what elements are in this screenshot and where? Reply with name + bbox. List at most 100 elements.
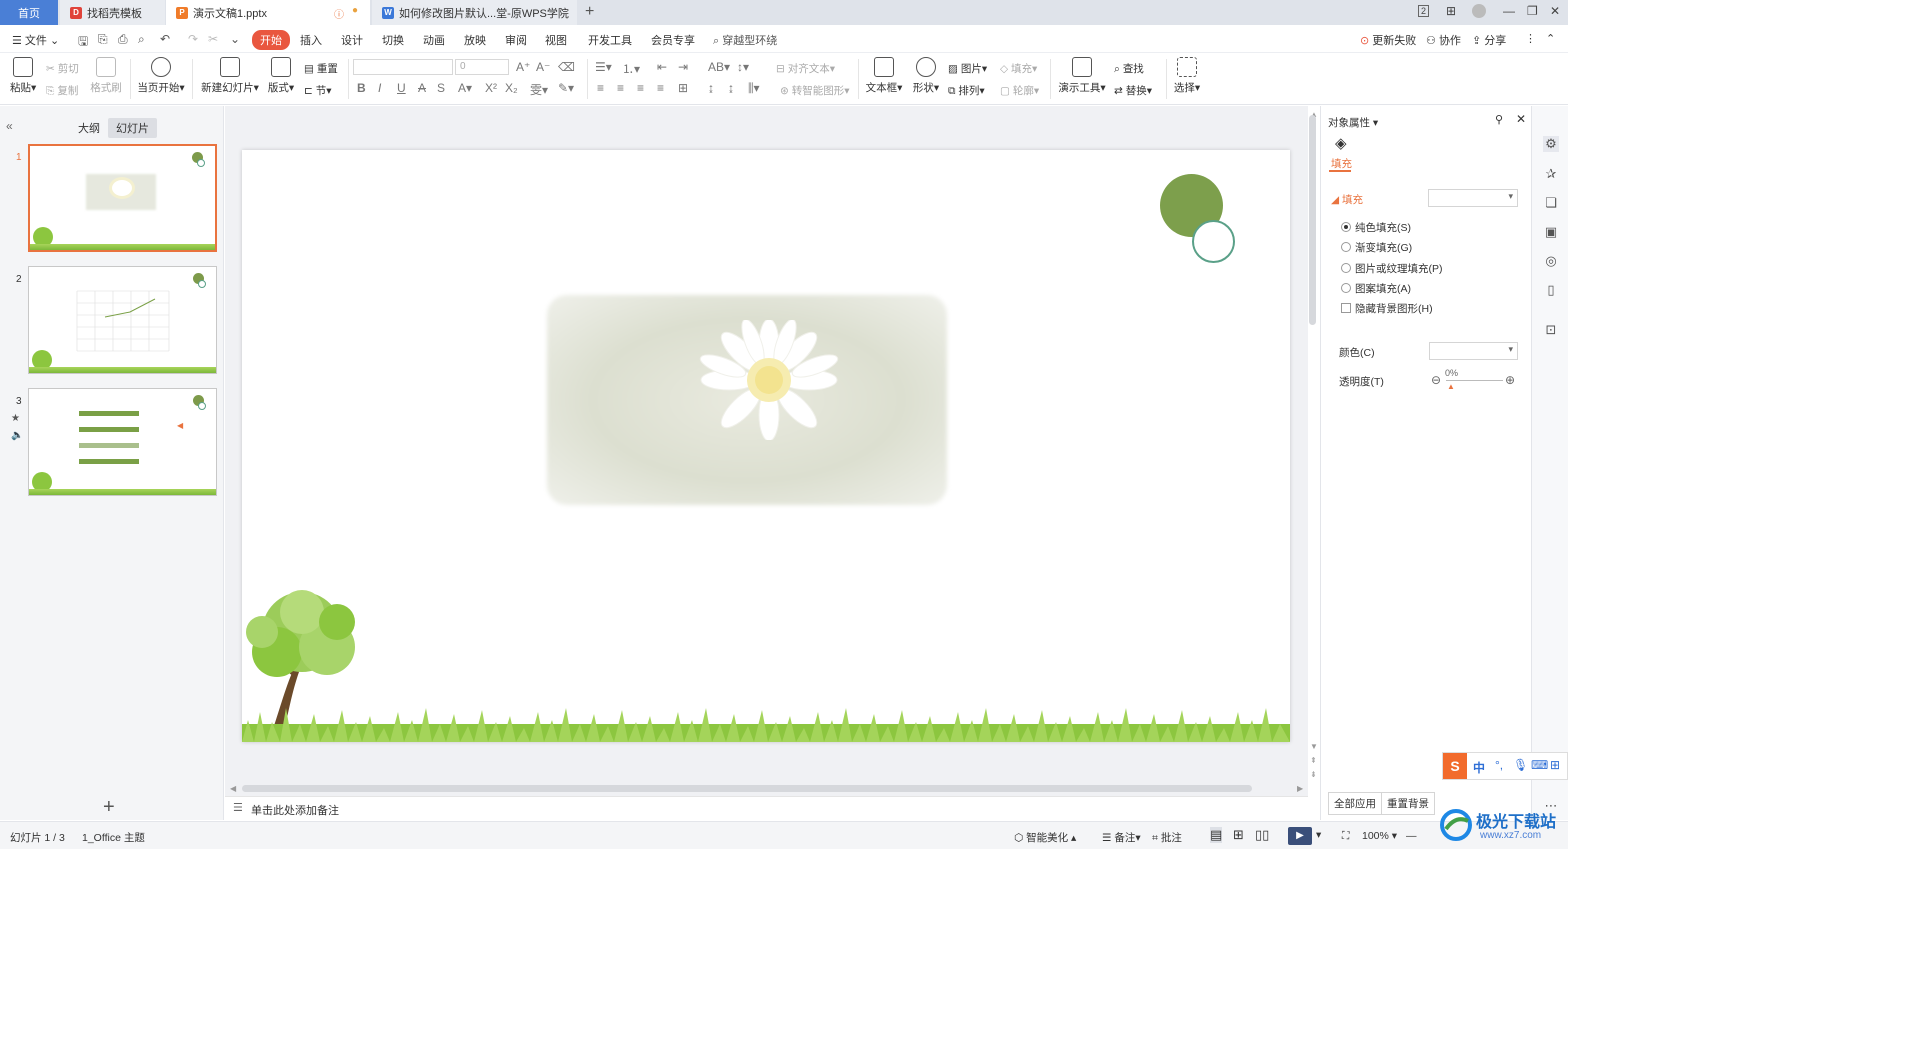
font-grow-icon[interactable]: A⁺ — [516, 60, 530, 74]
line-sort-icon[interactable]: ↕▾ — [737, 60, 749, 74]
align-left-icon[interactable]: ≡ — [597, 81, 604, 95]
paste-button[interactable]: 粘贴▾ — [10, 57, 36, 95]
redo-icon[interactable]: ↷ — [188, 32, 198, 46]
numbering-icon[interactable]: ⒈▾ — [622, 60, 640, 77]
layout-button[interactable]: 版式▾ — [267, 57, 295, 95]
radio-picture-fill[interactable]: 图片或纹理填充(P) — [1341, 261, 1443, 276]
grid-apps-icon[interactable]: ⊞ — [1446, 4, 1456, 18]
select-button[interactable]: 选择▾ — [1172, 57, 1202, 95]
format-clear-icon[interactable]: ✂ — [208, 32, 218, 46]
decrease-indent-icon[interactable]: ⇤ — [657, 60, 667, 74]
location-icon[interactable]: ◎ — [1543, 253, 1559, 269]
tab-slides[interactable]: 幻灯片 — [108, 118, 157, 138]
zoom-level[interactable]: 100% ▾ — [1362, 830, 1397, 842]
restore-icon[interactable]: ❐ — [1527, 4, 1538, 18]
menu-insert[interactable]: 插入 — [300, 32, 322, 48]
sorter-view-icon[interactable]: ⊞ — [1233, 827, 1244, 843]
shape-button[interactable]: 形状▾ — [911, 57, 941, 95]
menu-slideshow[interactable]: 放映 — [464, 32, 486, 48]
print-icon[interactable]: ⎙ — [118, 32, 128, 47]
minus-icon[interactable]: ⊖ — [1431, 373, 1441, 387]
radio-pattern-fill[interactable]: 图案填充(A) — [1341, 281, 1411, 296]
zoom-out-icon[interactable]: — — [1406, 830, 1417, 842]
clear-format-icon[interactable]: ⌫ — [558, 60, 575, 74]
undo-icon[interactable]: ↶ — [160, 32, 170, 46]
tab-presentation[interactable]: P 演示文稿1.pptx ⓘ ● — [166, 0, 370, 25]
notes-pane[interactable]: ☰ 单击此处添加备注 — [225, 796, 1308, 820]
tab-outline[interactable]: 大纲 — [70, 118, 108, 138]
align-right-icon[interactable]: ≡ — [637, 81, 644, 95]
pin-icon[interactable]: ⚲ — [1495, 113, 1503, 126]
next-page-icon[interactable]: ⇟ — [1310, 770, 1317, 779]
tab-wps-college[interactable]: W 如何修改图片默认...堂-原WPS学院 — [372, 0, 577, 25]
reset-button[interactable]: ▤ 重置 — [304, 61, 338, 76]
scroll-right-icon[interactable]: ▶ — [1297, 784, 1303, 793]
hide-background-checkbox[interactable]: 隐藏背景图形(H) — [1341, 301, 1433, 316]
collapse-panel-icon[interactable]: « — [6, 119, 13, 133]
play-dropdown-icon[interactable]: ▾ — [1316, 829, 1321, 841]
smartart-button[interactable]: ⊛ 转智能图形▾ — [780, 83, 850, 98]
vertical-scrollbar[interactable] — [1309, 115, 1316, 325]
cut-button[interactable]: ✂ 剪切 — [46, 61, 79, 76]
minimize-icon[interactable]: — — [1503, 4, 1515, 18]
current-slide[interactable] — [242, 150, 1290, 742]
horizontal-scrollbar[interactable] — [242, 785, 1252, 792]
menu-design[interactable]: 设计 — [341, 32, 363, 48]
font-color-icon[interactable]: A▾ — [458, 81, 472, 95]
fill-button[interactable]: ◇ 填充▾ — [1000, 61, 1037, 76]
keyboard-icon[interactable]: ⌨ — [1531, 758, 1548, 772]
fill-type-select[interactable] — [1428, 189, 1518, 207]
justify-icon[interactable]: ≡ — [657, 81, 664, 95]
radio-solid-fill[interactable]: 纯色填充(S) — [1341, 220, 1411, 235]
slide-thumbnail-1[interactable] — [28, 144, 217, 252]
play-slideshow-button[interactable]: ▶ — [1288, 827, 1312, 845]
share-button[interactable]: ⇪ 分享 — [1472, 32, 1506, 48]
panel-title[interactable]: 对象属性 ▾ — [1328, 115, 1378, 130]
strikethrough-icon[interactable]: A — [418, 81, 426, 95]
new-tab-button[interactable]: + — [585, 3, 594, 21]
ime-lang[interactable]: 中 — [1473, 759, 1485, 776]
microphone-icon[interactable]: 🎙 — [1513, 758, 1528, 772]
print-preview-icon[interactable]: ⌕ — [138, 32, 145, 47]
fill-bucket-icon[interactable]: ◈ — [1335, 134, 1347, 152]
slides-icon[interactable]: ❏ — [1543, 195, 1559, 211]
smart-beautify-button[interactable]: ⬡ 智能美化 ▴ — [1014, 830, 1076, 845]
slide-thumbnail-2[interactable] — [28, 266, 217, 374]
apply-all-button[interactable]: 全部应用 — [1328, 792, 1382, 815]
bullets-icon[interactable]: ☰▾ — [595, 60, 612, 74]
settings-doc-icon[interactable]: ⊡ — [1543, 322, 1559, 338]
scroll-down-icon[interactable]: ▼ — [1310, 742, 1318, 751]
copy-button[interactable]: ⎘ 复制 — [46, 83, 78, 98]
shadow-text-icon[interactable]: S — [437, 81, 445, 95]
font-name-combo[interactable] — [353, 59, 453, 75]
sogou-logo-icon[interactable]: S — [1443, 753, 1467, 779]
book-icon[interactable]: ▯ — [1543, 282, 1559, 298]
close-panel-icon[interactable]: ✕ — [1516, 112, 1526, 126]
menu-member[interactable]: 会员专享 — [651, 32, 695, 48]
line-spacing-icon[interactable]: ↨ — [708, 81, 714, 95]
distribute-icon[interactable]: ⊞ — [678, 81, 688, 95]
save-icon[interactable]: 🖫 — [78, 32, 88, 53]
reset-background-button[interactable]: 重置背景 — [1381, 792, 1435, 815]
tab-daoke-templates[interactable]: D 找稻壳模板 — [60, 0, 165, 25]
prev-page-icon[interactable]: ⇞ — [1310, 756, 1317, 765]
animation-icon[interactable]: ✰ — [1543, 166, 1559, 182]
replace-button[interactable]: ⇄ 替换▾ — [1114, 83, 1152, 98]
menu-review[interactable]: 审阅 — [505, 32, 527, 48]
more-dropdown-icon[interactable]: ⌄ — [230, 32, 240, 46]
menu-developer[interactable]: 开发工具 — [588, 32, 632, 48]
underline-icon[interactable]: U — [397, 81, 406, 95]
font-shrink-icon[interactable]: A⁻ — [536, 60, 550, 74]
outline-circle-shape[interactable] — [1192, 220, 1235, 263]
notes-toggle-button[interactable]: ☰ 备注▾ — [1102, 830, 1141, 845]
picture-button[interactable]: ▨ 图片▾ — [948, 61, 987, 76]
new-slide-button[interactable]: 新建幻灯片▾ — [201, 57, 259, 95]
reading-view-icon[interactable]: ▯▯ — [1255, 827, 1269, 843]
collapse-ribbon-icon[interactable]: ⌃ — [1546, 32, 1555, 45]
slide-thumbnail-3[interactable]: ◀ — [28, 388, 217, 496]
para-spacing-icon[interactable]: ↨ — [728, 81, 734, 95]
update-failed-button[interactable]: ⊙ 更新失败 — [1360, 32, 1416, 48]
export-pdf-icon[interactable]: ⎘ — [98, 32, 108, 47]
tab-home[interactable]: 首页 — [0, 0, 58, 25]
window-count-badge[interactable]: 2 — [1418, 5, 1430, 17]
